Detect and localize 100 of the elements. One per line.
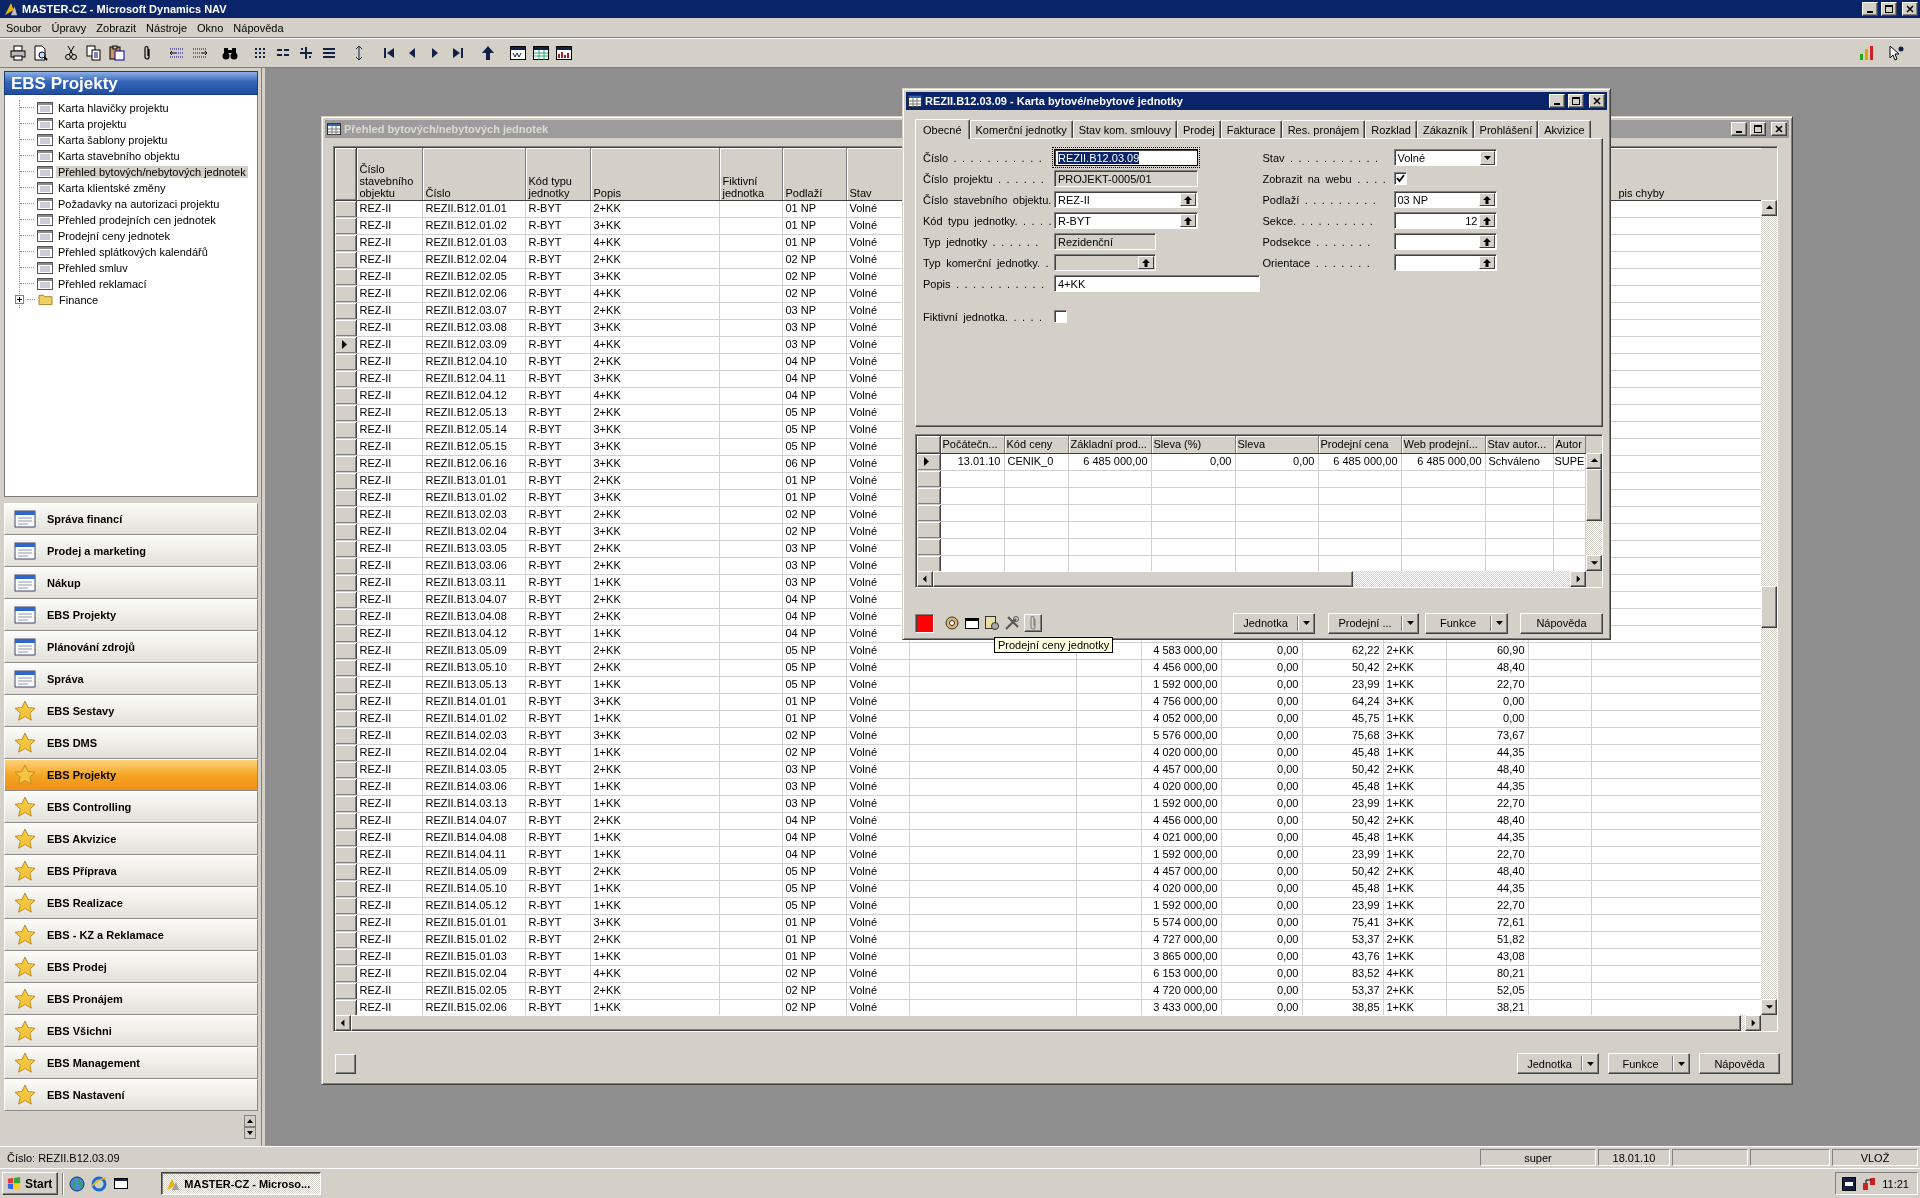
globe-icon[interactable] [69,1175,86,1192]
vertical-scrollbar[interactable] [1586,453,1602,571]
module-button[interactable]: EBS Controlling [4,791,258,823]
column-header[interactable]: Počátečn... [940,436,1004,453]
column-header[interactable]: Fiktivní jednotka [719,148,782,200]
module-button[interactable]: EBS Pronájem [4,983,258,1015]
vertical-scrollbar[interactable] [1761,200,1777,1015]
printer-icon[interactable] [10,45,26,61]
chart-icon[interactable] [1859,45,1875,61]
column-header[interactable]: Prodejní cena [1318,436,1401,453]
tab[interactable]: Akvizice [1538,120,1591,138]
text-field[interactable]: 4+KK [1054,275,1260,292]
lookup-field[interactable]: 03 NP [1393,191,1497,208]
blank-button[interactable] [335,1053,356,1074]
scroll-arrow-button[interactable] [335,1015,351,1031]
lookup-field[interactable] [1054,254,1156,271]
lookup-button[interactable] [1478,193,1495,206]
lookup-button[interactable] [1478,214,1495,227]
column-header[interactable]: Popis [590,148,719,200]
scroll-arrow-button[interactable] [1570,571,1586,587]
column-header[interactable]: Sleva (%) [1151,436,1235,453]
menu-item[interactable]: Soubor [2,19,48,36]
help-button[interactable]: Nápověda [1520,612,1603,634]
indent-icon[interactable] [192,45,208,61]
lookup-field[interactable] [1393,233,1497,250]
tree-item[interactable]: Prodejní ceny jednotek [56,229,172,242]
lookup-button[interactable] [1138,256,1154,269]
lookup-field[interactable]: REZ-II [1054,191,1198,208]
module-button[interactable]: EBS Všichni [4,1015,258,1047]
column-header[interactable]: Web prodejní... [1401,436,1485,453]
column-header[interactable]: Kód typu jednotky [525,148,590,200]
menu-item[interactable]: Nástroje [142,19,194,36]
column-header[interactable]: Číslo stavebního objektu [356,148,422,200]
dropdown-button[interactable] [1479,150,1495,165]
lookup-button[interactable] [1478,256,1495,269]
menu-item[interactable]: Zobrazit [92,19,143,36]
tab[interactable]: Stav kom. smlouvy [1072,120,1177,138]
menu-button[interactable]: Funkce [1608,1053,1690,1074]
scroll-arrows-icon[interactable] [244,1115,256,1139]
tree-item[interactable]: Přehled splátkových kalendářů [56,245,210,258]
help-icon[interactable] [1888,45,1904,61]
outdent-icon[interactable] [169,45,185,61]
scroll-arrow-button[interactable] [1586,453,1602,469]
lines-icon[interactable] [321,45,337,61]
tree-item[interactable]: Karta šablony projektu [56,133,170,146]
scroll-thumb[interactable] [1761,586,1777,628]
form-settings-icon[interactable] [984,615,1000,631]
minimize-button[interactable] [1862,2,1878,16]
tree-item[interactable]: Přehled prodejních cen jednotek [56,213,218,226]
chart-window-icon[interactable] [556,45,572,61]
menu-button[interactable]: Prodejní ... [1328,612,1419,634]
tree-item[interactable]: Přehled smluv [56,261,130,274]
paste-icon[interactable] [109,45,125,61]
minimize-button[interactable] [1549,94,1565,108]
menu-button[interactable]: Jednotka [1517,1053,1599,1074]
expand-icon[interactable] [15,295,24,304]
up-arrow-icon[interactable] [480,45,496,61]
scroll-thumb[interactable] [933,571,1353,587]
scroll-arrow-button[interactable] [1761,999,1777,1015]
last-icon[interactable] [450,45,466,61]
tree-item[interactable]: Karta projektu [56,117,129,130]
module-button[interactable]: EBS Sestavy [4,695,258,727]
desktop-icon[interactable] [113,1175,130,1192]
maximize-button[interactable] [1881,2,1897,16]
maximize-button[interactable] [1750,122,1766,136]
attachment-button[interactable] [1024,614,1042,632]
tree-item[interactable]: Požadavky na autorizaci projektu [56,197,222,210]
module-button[interactable]: EBS Projekty [4,759,258,791]
module-button[interactable]: Plánování zdrojů [4,631,258,663]
keyboard-icon[interactable] [1842,1176,1857,1191]
tree-item[interactable]: Karta klientské změny [56,181,168,194]
menu-item[interactable]: Okno [193,19,230,36]
module-button[interactable]: Nákup [4,567,258,599]
tree-item[interactable]: Přehled bytových/nebytových jednotek [56,165,248,178]
tab[interactable]: Res. pronájem [1281,120,1366,138]
scroll-arrow-button[interactable] [917,571,933,587]
checkbox[interactable] [1393,172,1407,185]
scroll-arrow-button[interactable] [1586,555,1602,571]
module-button[interactable]: EBS Nastavení [4,1079,258,1111]
print-preview-icon[interactable] [33,45,49,61]
module-button[interactable]: EBS DMS [4,727,258,759]
minimize-button[interactable] [1731,122,1747,136]
tab[interactable]: Komerční jednotky [969,120,1073,138]
start-button[interactable]: Start [2,1172,59,1195]
taskbar-button[interactable]: MASTER-CZ - Microso... [161,1172,322,1195]
module-button[interactable]: Správa financí [4,503,258,535]
tree-item[interactable]: Karta hlavičky projektu [56,101,171,114]
module-button[interactable]: Prodej a marketing [4,535,258,567]
module-button[interactable]: Správa [4,663,258,695]
column-header[interactable]: Číslo [422,148,525,200]
menu-item[interactable]: Úpravy [47,19,93,36]
column-header[interactable]: Kód ceny [1004,436,1068,453]
tree-item[interactable]: Přehled reklamací [56,277,149,290]
close-button[interactable] [1589,94,1605,108]
dot-grid-icon[interactable] [252,45,268,61]
tree-item[interactable]: Finance [57,293,101,306]
column-header[interactable]: Sleva [1235,436,1318,453]
plus-grid-icon[interactable] [298,45,314,61]
lookup-button[interactable] [1180,214,1196,227]
column-header[interactable]: Autor [1553,436,1585,453]
